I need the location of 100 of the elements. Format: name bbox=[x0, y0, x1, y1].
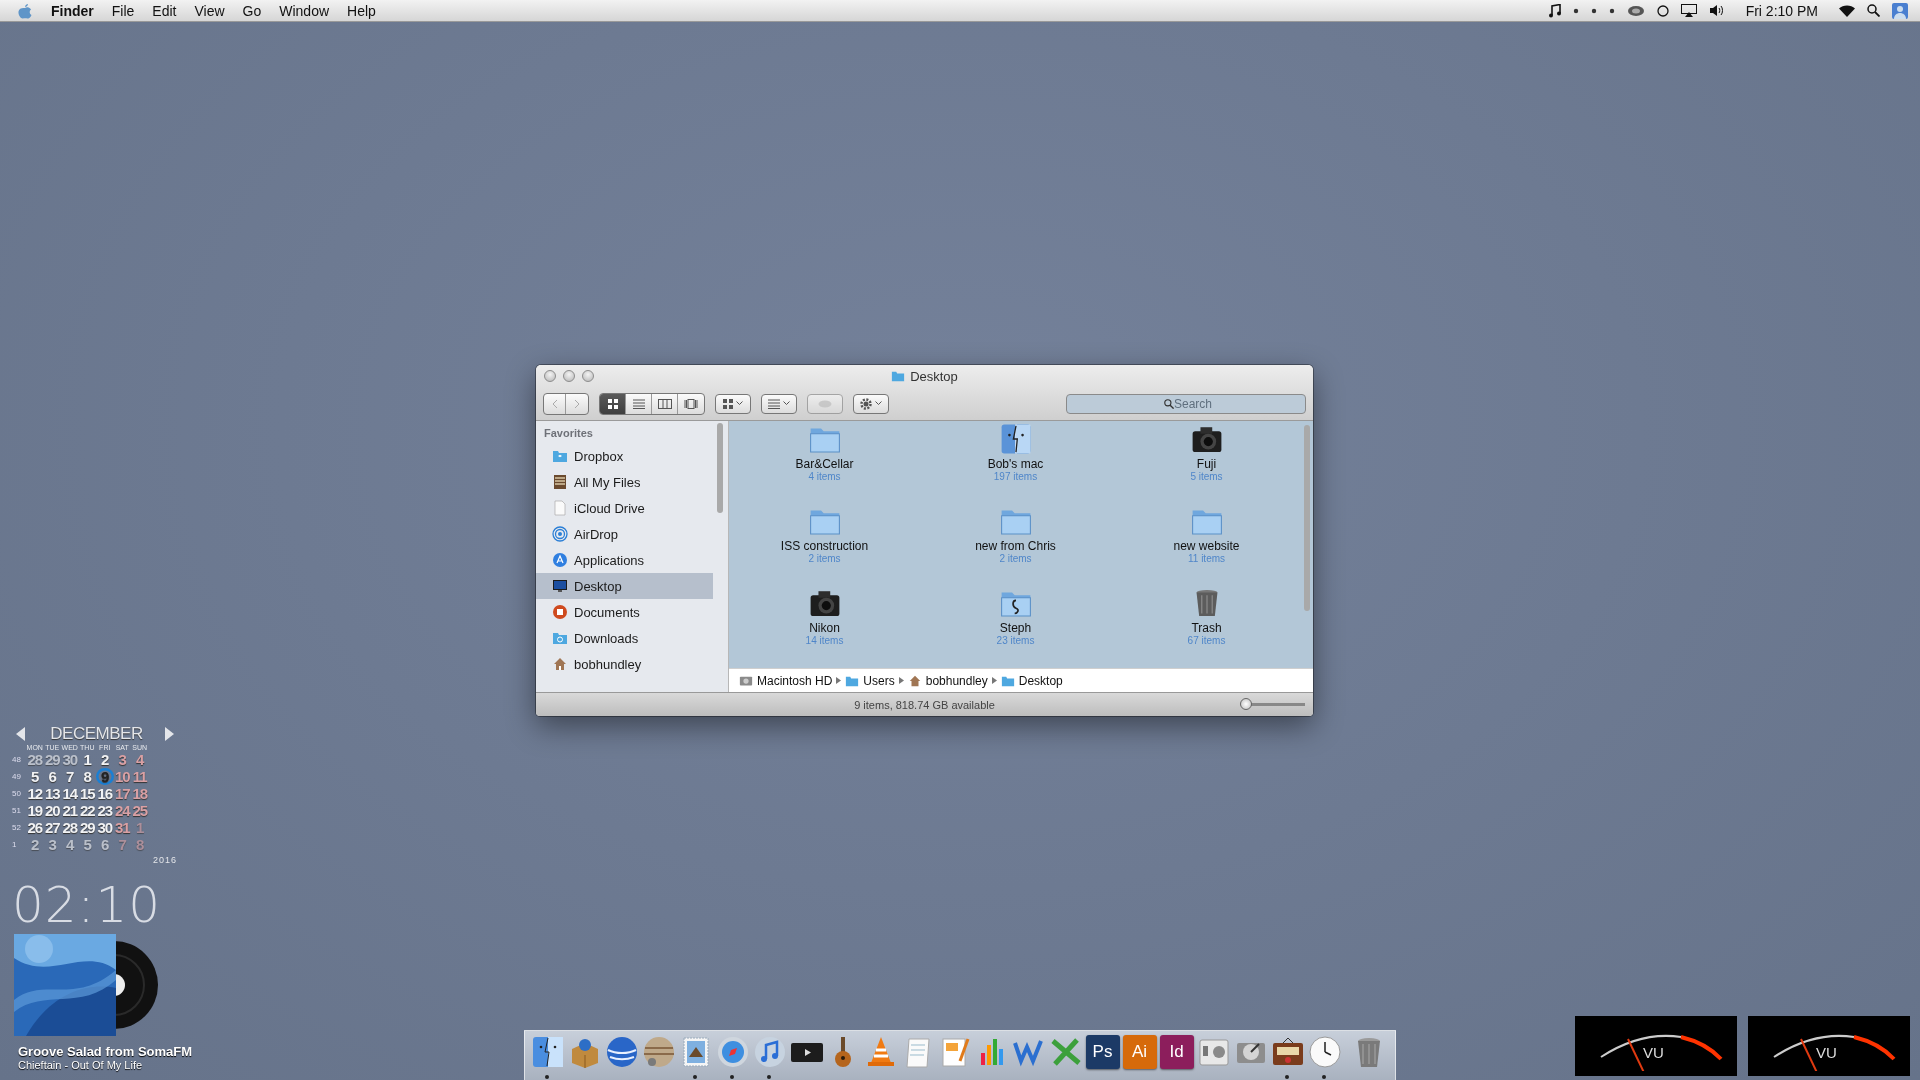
calendar-day[interactable]: 6 bbox=[96, 836, 114, 853]
calendar-day[interactable]: 31 bbox=[113, 819, 131, 836]
calendar-day[interactable]: 7 bbox=[61, 768, 79, 785]
file-name[interactable]: Fuji bbox=[1196, 457, 1217, 471]
calendar-day[interactable]: 14 bbox=[61, 785, 79, 802]
path-item[interactable]: Users bbox=[863, 673, 895, 688]
status-text: 9 items, 818.74 GB available bbox=[854, 698, 995, 711]
triangle-right-icon bbox=[898, 677, 904, 684]
calendar-day[interactable]: 8 bbox=[78, 768, 96, 785]
sidebar-item[interactable]: AirDrop bbox=[536, 521, 713, 547]
calendar-day[interactable]: 5 bbox=[78, 836, 96, 853]
slider-thumb[interactable] bbox=[1240, 698, 1253, 710]
sidebar-item[interactable]: Documents bbox=[536, 599, 713, 625]
file-name[interactable]: Bob's mac bbox=[987, 457, 1044, 471]
calendar-day[interactable]: 4 bbox=[61, 836, 79, 853]
calendar-day[interactable]: 6 bbox=[43, 768, 61, 785]
sidebar-item-label: iCloud Drive bbox=[574, 500, 645, 516]
track-title: Chieftain - Out Of My Life bbox=[18, 1059, 144, 1071]
calendar-day[interactable]: 29 bbox=[78, 819, 96, 836]
sidebar-item[interactable]: Applications bbox=[536, 547, 713, 573]
sort-button[interactable] bbox=[761, 393, 797, 414]
sidebar-item[interactable]: Dropbox bbox=[536, 443, 713, 469]
chevron-down-icon bbox=[736, 401, 743, 406]
chevron-left-icon bbox=[551, 398, 558, 409]
menu-item[interactable]: File bbox=[102, 2, 144, 19]
clock-icon bbox=[1307, 1035, 1342, 1069]
file-name[interactable]: Bar&Cellar bbox=[795, 457, 854, 471]
action-button[interactable] bbox=[853, 393, 889, 414]
item-count: 67 items bbox=[1187, 635, 1226, 646]
running-indicator bbox=[1285, 1075, 1289, 1079]
calendar-day[interactable]: 26 bbox=[26, 819, 44, 836]
sidebar-item[interactable]: iCloud Drive bbox=[536, 495, 713, 521]
file-name[interactable]: Steph bbox=[999, 621, 1032, 635]
sidebar-item[interactable]: Downloads bbox=[536, 625, 713, 651]
close-button[interactable] bbox=[544, 370, 556, 382]
calendar-day[interactable]: 13 bbox=[43, 785, 61, 802]
zoom-button[interactable] bbox=[582, 370, 594, 382]
menu-item[interactable]: View bbox=[185, 2, 234, 19]
calendar-day[interactable]: 1 bbox=[78, 751, 96, 768]
columns-icon bbox=[657, 398, 672, 409]
calendar-day[interactable]: 27 bbox=[43, 819, 61, 836]
previous-month-button[interactable] bbox=[16, 727, 28, 741]
dot-icon[interactable] bbox=[1590, 7, 1597, 14]
calendar-day[interactable]: 5 bbox=[26, 768, 44, 785]
sidebar-item[interactable]: Desktop bbox=[536, 573, 713, 599]
meter-label: VU bbox=[1816, 1044, 1837, 1061]
view-mode-button[interactable] bbox=[600, 393, 626, 414]
calendar-day[interactable]: 23 bbox=[96, 802, 114, 819]
minimize-button[interactable] bbox=[563, 370, 575, 382]
menu-item[interactable]: Help bbox=[338, 2, 385, 19]
calendar-day[interactable]: 30 bbox=[61, 751, 79, 768]
sidebar-item[interactable]: All My Files bbox=[536, 469, 713, 495]
menu-item[interactable]: Window bbox=[270, 2, 339, 19]
menu-item[interactable]: Go bbox=[233, 2, 271, 19]
sidebar-item[interactable]: bobhundley bbox=[536, 651, 713, 677]
scrollbar-thumb[interactable] bbox=[717, 423, 723, 513]
dock-item[interactable] bbox=[1306, 1035, 1343, 1079]
file-name[interactable]: new from Chris bbox=[975, 539, 1056, 553]
calendar-day[interactable]: 2 bbox=[26, 836, 44, 853]
menu-item[interactable]: Edit bbox=[143, 2, 186, 19]
path-item[interactable]: bobhundley bbox=[925, 673, 988, 688]
circle-icon bbox=[1656, 4, 1669, 17]
calendar-day[interactable]: 21 bbox=[61, 802, 79, 819]
music-note-icon bbox=[1548, 3, 1561, 18]
calendar-day[interactable]: 19 bbox=[26, 802, 44, 819]
sidebar-item-label: Downloads bbox=[574, 630, 639, 646]
calendar-day[interactable]: 28 bbox=[26, 751, 44, 768]
list-icon bbox=[768, 398, 780, 409]
calendar-day[interactable]: 20 bbox=[43, 802, 61, 819]
dot-icon[interactable] bbox=[1572, 7, 1579, 14]
scrollbar-thumb[interactable] bbox=[1304, 425, 1310, 611]
dot-icon[interactable] bbox=[1608, 7, 1615, 14]
folder-icon bbox=[891, 369, 906, 383]
house-icon bbox=[552, 656, 568, 672]
planet-icon bbox=[641, 1035, 676, 1069]
meter-label: VU bbox=[1643, 1044, 1664, 1061]
calendar-day[interactable]: 12 bbox=[26, 785, 44, 802]
calendar-day[interactable]: 15 bbox=[78, 785, 96, 802]
calendar-day[interactable]: 16 bbox=[96, 785, 114, 802]
grid-icon bbox=[723, 398, 733, 409]
path-item[interactable]: Desktop bbox=[1018, 673, 1063, 688]
volume-icon bbox=[1708, 4, 1725, 17]
file-name[interactable]: Trash bbox=[1191, 621, 1222, 635]
calendar-day[interactable]: 9 bbox=[96, 768, 114, 785]
file-name[interactable]: Nikon bbox=[809, 621, 840, 635]
calendar-day[interactable]: 3 bbox=[43, 836, 61, 853]
calendar-day[interactable]: 30 bbox=[96, 819, 114, 836]
calendar-day[interactable]: 22 bbox=[78, 802, 96, 819]
arrange-button[interactable] bbox=[715, 393, 751, 414]
calendar-day[interactable]: 28 bbox=[61, 819, 79, 836]
menu-clock[interactable]: Fri 2:10 PM bbox=[1736, 2, 1827, 19]
calendar-day[interactable]: 29 bbox=[43, 751, 61, 768]
file-name[interactable]: new website bbox=[1173, 539, 1240, 553]
path-item[interactable]: Macintosh HD bbox=[757, 673, 833, 688]
chevron-right-icon bbox=[574, 398, 580, 409]
file-name[interactable]: ISS construction bbox=[780, 539, 869, 553]
wifi-icon bbox=[1839, 4, 1855, 17]
search-field[interactable]: Search bbox=[1066, 393, 1306, 414]
calendar-day[interactable]: 2 bbox=[96, 751, 114, 768]
app-menu[interactable]: Finder bbox=[42, 2, 103, 19]
